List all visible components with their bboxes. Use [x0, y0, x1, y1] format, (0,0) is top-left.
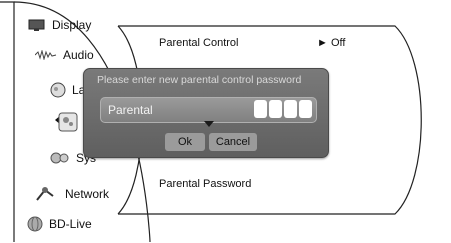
password-field[interactable]: Parental [100, 97, 317, 123]
password-field-label: Parental [108, 103, 153, 117]
pin-digit-box[interactable] [254, 100, 267, 118]
parental-control-value[interactable]: ► Off [317, 37, 345, 49]
sidebar-item-audio[interactable]: Audio [35, 48, 94, 62]
sidebar-item-label: Network [65, 187, 110, 201]
pin-digit-box[interactable] [284, 100, 297, 118]
language-icon [50, 82, 66, 98]
password-dialog: Please enter new parental control passwo… [83, 68, 329, 158]
sidebar-item-label: Display [52, 18, 92, 32]
display-icon [28, 19, 46, 31]
sidebar-item-network[interactable]: Network [35, 186, 109, 202]
ok-button[interactable]: Ok [165, 133, 205, 151]
dialog-title: Please enter new parental control passwo… [97, 74, 302, 86]
pin-input[interactable] [254, 100, 312, 118]
pin-digit-box[interactable] [299, 100, 312, 118]
parental-icon [58, 112, 78, 132]
system-icon [50, 150, 70, 166]
sidebar-item-bdlive[interactable]: BD-Live [27, 216, 92, 232]
pin-digit-box[interactable] [269, 100, 282, 118]
bdlive-icon [27, 216, 43, 232]
sidebar-item-display[interactable]: Display [28, 18, 91, 32]
parental-control-label[interactable]: Parental Control [159, 37, 239, 49]
network-icon [35, 186, 55, 202]
sidebar-item-language[interactable]: La [50, 82, 85, 98]
sidebar-item-label: BD-Live [49, 217, 92, 231]
cancel-button[interactable]: Cancel [209, 133, 257, 151]
parental-password-label[interactable]: Parental Password [159, 178, 251, 190]
sidebar-item-label: Audio [63, 48, 94, 62]
audio-icon [35, 50, 57, 60]
down-arrow-icon [204, 121, 214, 127]
